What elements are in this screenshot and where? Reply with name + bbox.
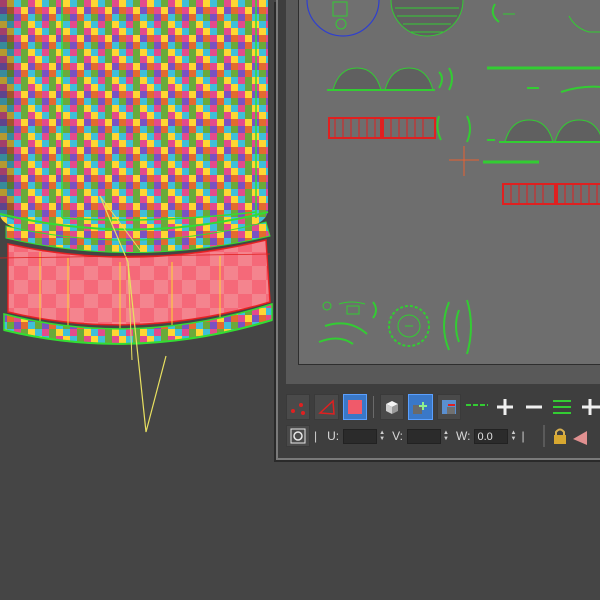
w-label: W: bbox=[456, 429, 471, 443]
toolbar-separator bbox=[373, 396, 374, 418]
rotate-plus-icon[interactable] bbox=[408, 394, 433, 420]
uv-coordinate-bar: | U: ▲ ▼ V: ▲ ▼ W: 0.0 ▲ ▼ | bbox=[286, 424, 600, 448]
chevron-down-icon[interactable]: ▼ bbox=[443, 436, 449, 442]
v-label: V: bbox=[392, 429, 404, 443]
transform-mode-icon[interactable] bbox=[286, 425, 310, 447]
pin-icon[interactable] bbox=[571, 427, 589, 445]
uv-editor-window[interactable]: | U: ▲ ▼ V: ▲ ▼ W: 0.0 ▲ ▼ | bbox=[276, 0, 600, 460]
uv-shell-circles[interactable] bbox=[306, 0, 600, 37]
lock-icon[interactable] bbox=[551, 427, 569, 445]
rotate-minus-icon[interactable] bbox=[436, 394, 461, 420]
uv-editor-panel bbox=[286, 0, 600, 384]
polygon-mode-icon[interactable] bbox=[342, 394, 368, 420]
cylinder-mesh[interactable] bbox=[0, 0, 271, 254]
uv-toolbar bbox=[286, 392, 600, 422]
w-spinner[interactable]: ▲ ▼ bbox=[509, 429, 517, 444]
separator: | bbox=[314, 429, 318, 443]
vertex-mode-icon[interactable] bbox=[286, 394, 311, 420]
v-field[interactable] bbox=[407, 428, 442, 444]
chevron-down-icon[interactable]: ▼ bbox=[379, 436, 385, 442]
w-field[interactable]: 0.0 bbox=[474, 428, 509, 444]
grow-icon[interactable] bbox=[493, 394, 517, 420]
shrink-icon[interactable] bbox=[521, 394, 545, 420]
edge-mode-icon[interactable] bbox=[314, 394, 339, 420]
u-spinner[interactable]: ▲ ▼ bbox=[378, 429, 386, 444]
loop-icon[interactable] bbox=[550, 394, 574, 420]
chevron-down-icon[interactable]: ▼ bbox=[511, 436, 517, 442]
uv-bottom-shells[interactable] bbox=[318, 299, 472, 355]
u-label: U: bbox=[327, 429, 340, 443]
panel-divider bbox=[542, 425, 545, 447]
ring-icon[interactable] bbox=[578, 394, 600, 420]
uv-gizmo-icon[interactable] bbox=[449, 146, 479, 176]
element-mode-icon[interactable] bbox=[379, 394, 405, 420]
separator: | bbox=[521, 429, 525, 443]
u-field[interactable] bbox=[343, 428, 378, 444]
v-spinner[interactable]: ▲ ▼ bbox=[442, 429, 450, 444]
uv-canvas[interactable] bbox=[298, 0, 600, 365]
freeform-icon[interactable] bbox=[465, 394, 489, 420]
